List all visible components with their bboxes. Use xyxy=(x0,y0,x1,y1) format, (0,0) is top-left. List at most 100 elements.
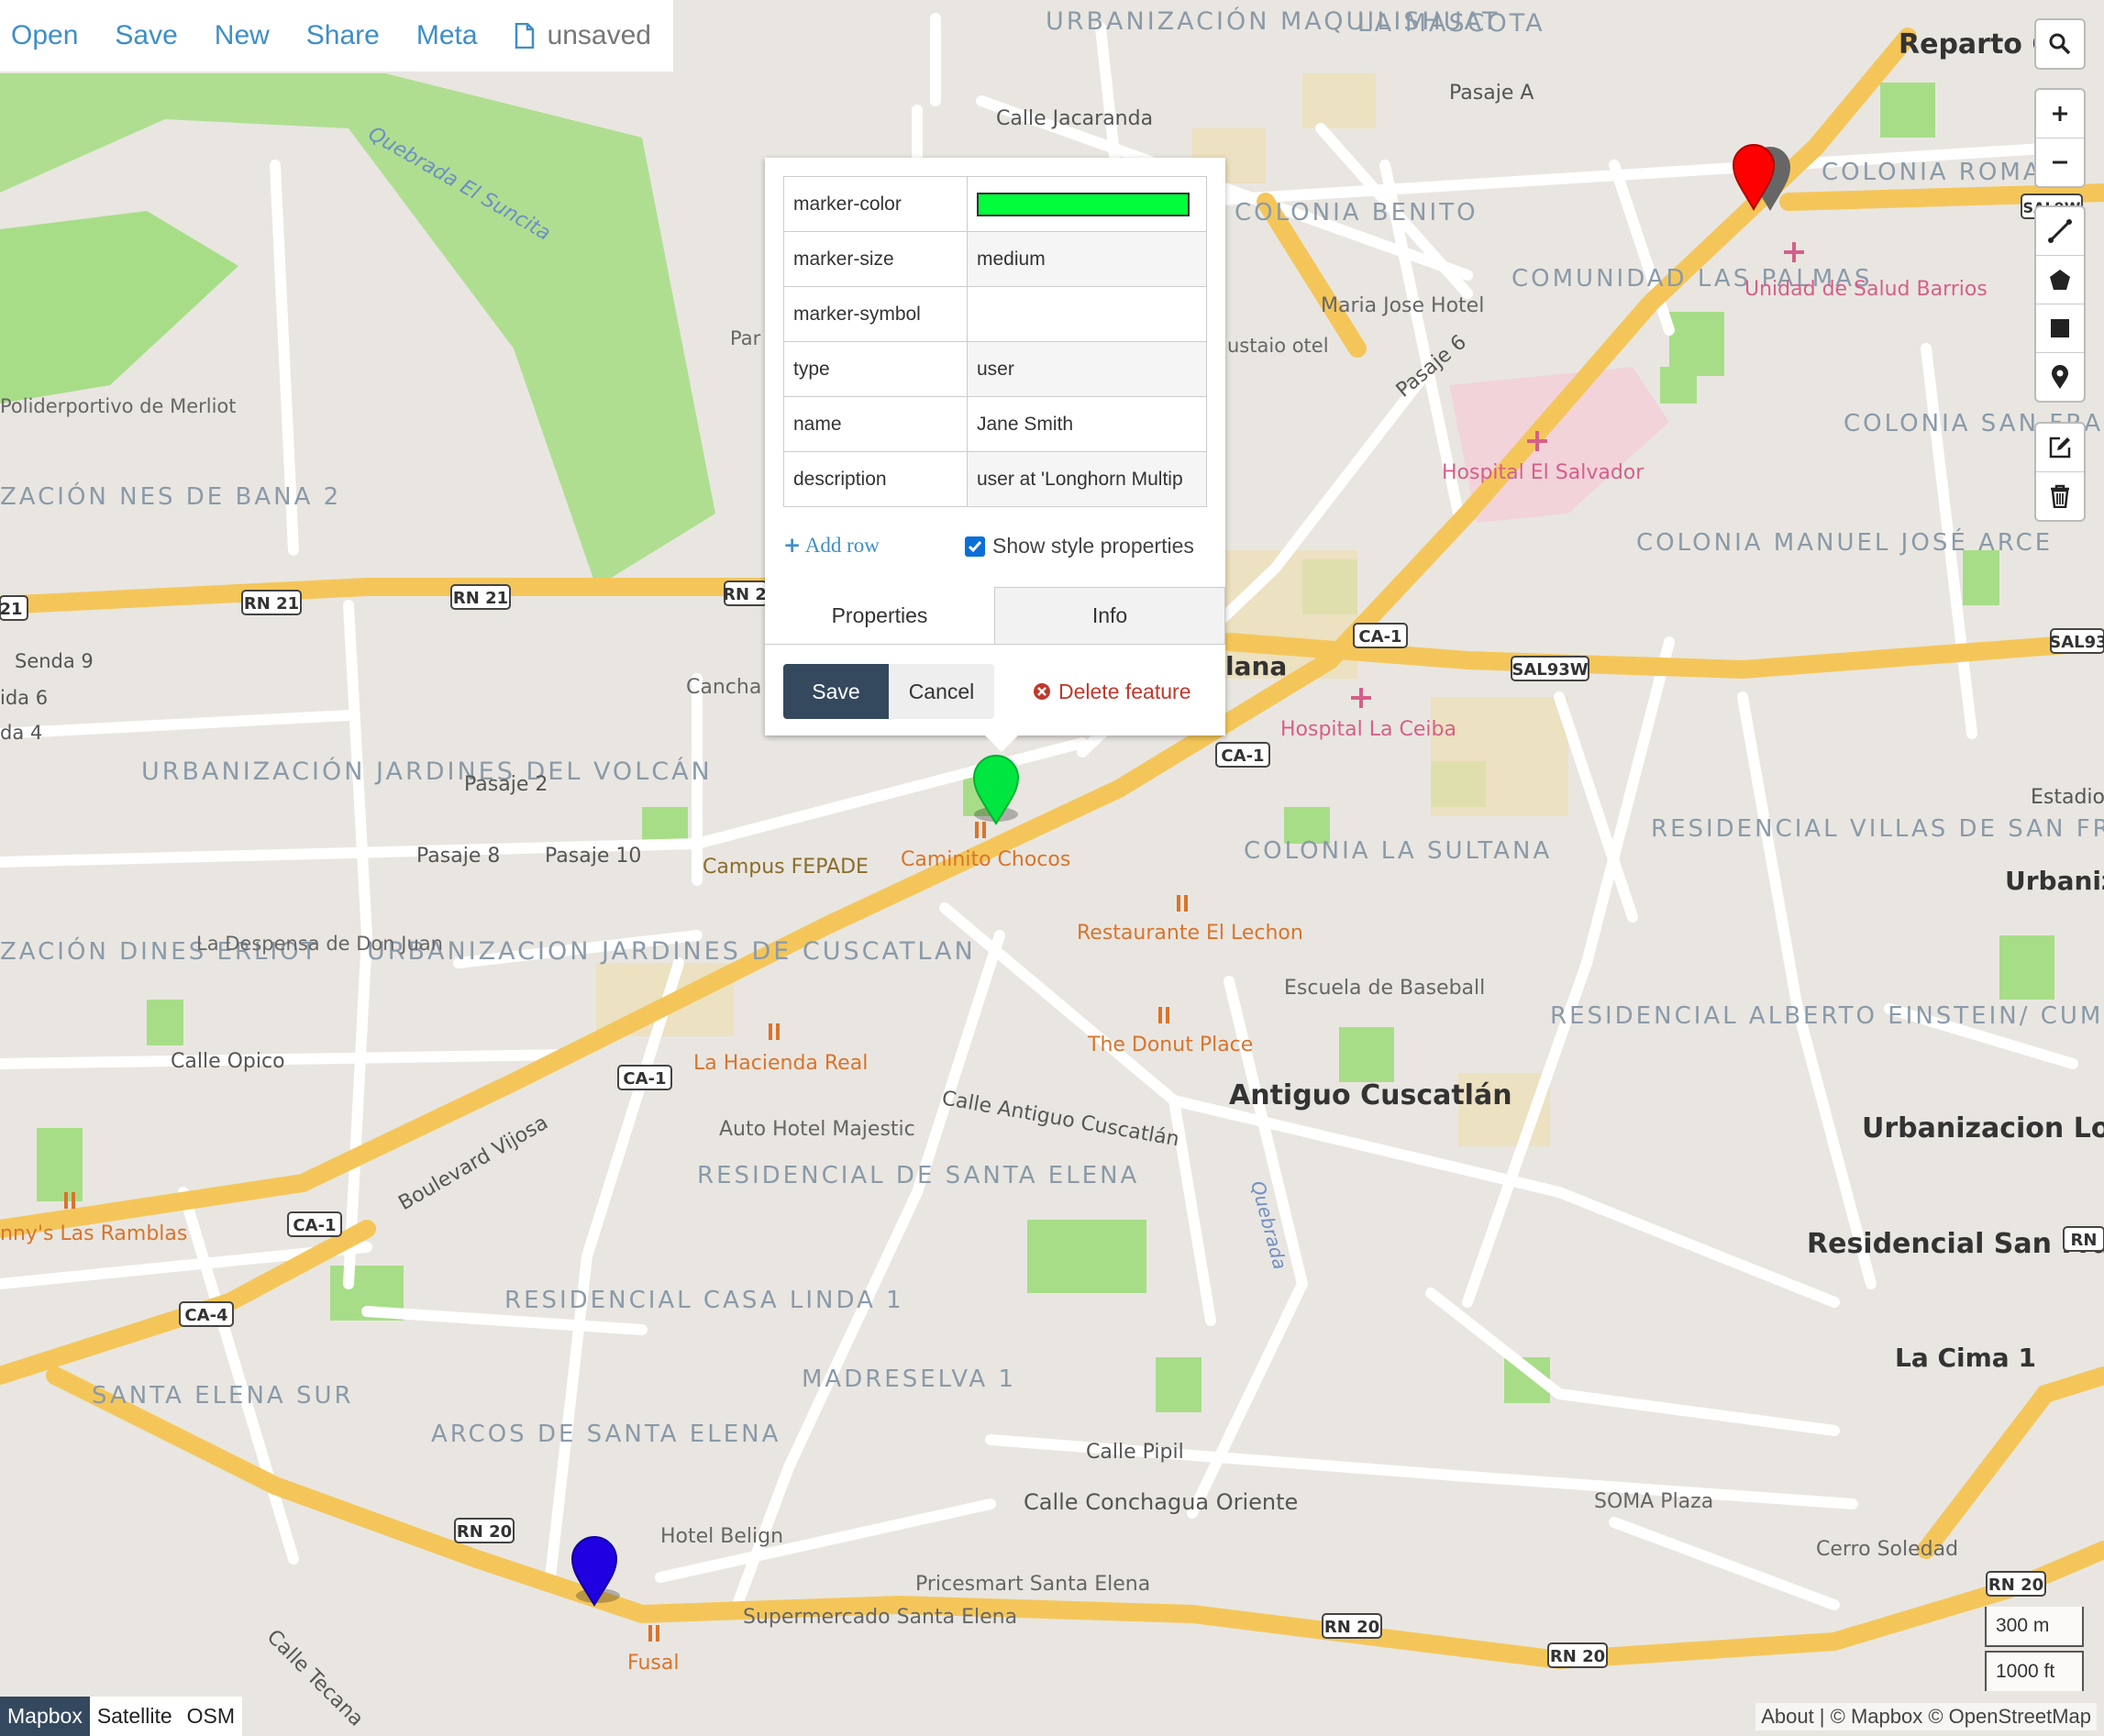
property-key[interactable]: marker-symbol xyxy=(783,286,968,342)
town-label: La Cima 1 xyxy=(1895,1343,2036,1373)
area-label: ZACIÓN NES DE BANA 2 xyxy=(0,481,341,511)
color-swatch[interactable] xyxy=(977,192,1190,216)
property-value[interactable] xyxy=(967,176,1207,232)
road-shield: RN 20 xyxy=(1322,1613,1382,1639)
osm-link[interactable]: © OpenStreetMap xyxy=(1928,1705,2091,1728)
svg-text:RN 20: RN 20 xyxy=(1324,1618,1379,1637)
share-menu[interactable]: Share xyxy=(306,20,380,51)
svg-text:RN 2: RN 2 xyxy=(723,585,767,604)
road-shield: SAL93 xyxy=(2049,628,2104,654)
poi-label: Pricesmart Santa Elena xyxy=(915,1573,1150,1596)
times-circle-icon xyxy=(1034,683,1050,700)
svg-text:CA-1: CA-1 xyxy=(623,1069,666,1089)
road-shield: RN xyxy=(2063,1226,2104,1252)
poi-label: Campus FEPADE xyxy=(703,856,869,879)
property-value[interactable]: medium xyxy=(967,231,1207,287)
poi-label: Maria Jose Hotel xyxy=(1321,294,1484,317)
new-menu[interactable]: New xyxy=(215,20,270,51)
zoom-in-button[interactable] xyxy=(2036,90,2084,138)
table-row: marker-color xyxy=(783,176,1207,232)
svg-text:21: 21 xyxy=(0,600,23,619)
scale-imperial: 1000 ft xyxy=(1985,1651,2084,1691)
poi-label: Hotel Belign xyxy=(660,1525,783,1548)
delete-layers-button[interactable] xyxy=(2036,472,2084,520)
search-control xyxy=(2034,18,2086,70)
file-status-label: unsaved xyxy=(547,20,651,50)
table-row: name Jane Smith xyxy=(783,396,1207,452)
draw-line-button[interactable] xyxy=(2036,207,2084,256)
street-label: da 4 xyxy=(0,722,42,744)
save-button[interactable]: Save xyxy=(783,664,889,719)
draw-polygon-button[interactable] xyxy=(2036,256,2084,304)
cancel-button[interactable]: Cancel xyxy=(889,664,994,719)
zoom-in-icon xyxy=(2053,106,2067,121)
layer-satellite[interactable]: Satellite xyxy=(90,1697,180,1736)
town-label: Urbaniz Loma L xyxy=(2005,866,2104,896)
svg-text:CA-4: CA-4 xyxy=(184,1306,227,1325)
property-key[interactable]: description xyxy=(783,451,968,507)
tab-info[interactable]: Info xyxy=(994,587,1225,644)
table-row: marker-symbol xyxy=(783,286,1207,342)
meta-menu[interactable]: Meta xyxy=(416,20,478,51)
road-shield: SAL93W xyxy=(1511,656,1589,681)
road-shield: CA-4 xyxy=(179,1301,234,1327)
poi-label: Auto Hotel Majestic xyxy=(719,1118,915,1141)
road-shield: CA-1 xyxy=(1215,742,1270,768)
svg-text:SAL93W: SAL93W xyxy=(1512,660,1588,680)
property-value[interactable]: user at 'Longhorn Multip xyxy=(967,451,1207,507)
property-key[interactable]: marker-color xyxy=(783,176,968,232)
property-key[interactable]: type xyxy=(783,341,968,397)
street-label: Pasaje 2 xyxy=(464,773,548,796)
edit-toolbar xyxy=(2034,422,2086,522)
layer-mapbox[interactable]: Mapbox xyxy=(0,1697,90,1736)
draw-marker-button[interactable] xyxy=(2036,353,2084,401)
property-key[interactable]: name xyxy=(783,396,968,452)
attribution: About | © Mapbox © OpenStreetMap xyxy=(1755,1703,2097,1730)
property-value[interactable]: Jane Smith xyxy=(967,396,1207,452)
layer-switcher: Mapbox Satellite OSM xyxy=(0,1697,243,1736)
area-label: SANTA ELENA SUR xyxy=(92,1382,354,1410)
add-row-link[interactable]: + Add row xyxy=(783,534,880,558)
property-key[interactable]: marker-size xyxy=(783,231,968,287)
tab-properties[interactable]: Properties xyxy=(765,587,994,644)
about-link[interactable]: About xyxy=(1761,1705,1814,1728)
add-row-label: Add row xyxy=(804,534,880,557)
road-shield: CA-1 xyxy=(617,1065,672,1090)
road-shield: RN 21 xyxy=(241,590,302,615)
open-menu[interactable]: Open xyxy=(11,20,78,51)
checkmark-icon xyxy=(968,540,982,552)
plus-icon: + xyxy=(783,534,802,558)
property-value[interactable]: user xyxy=(967,341,1207,397)
road-shield: CA-1 xyxy=(1353,623,1408,648)
poi-label: ustaio otel xyxy=(1227,335,1329,357)
zoom-out-button[interactable] xyxy=(2036,138,2084,186)
layer-osm[interactable]: OSM xyxy=(180,1697,242,1736)
poi-label: Restaurante El Lechon xyxy=(1077,922,1303,945)
green-marker[interactable] xyxy=(972,755,1020,825)
search-button[interactable] xyxy=(2036,20,2084,68)
mapbox-link[interactable]: © Mapbox xyxy=(1831,1705,1923,1728)
blue-marker[interactable] xyxy=(570,1536,620,1607)
zoom-control xyxy=(2034,88,2086,188)
street-label: Pasaje A xyxy=(1449,82,1534,105)
edit-layers-button[interactable] xyxy=(2036,424,2084,472)
show-style-label: Show style properties xyxy=(992,534,1194,558)
poi-label: Escuela de Baseball xyxy=(1284,977,1485,1000)
show-style-toggle[interactable]: Show style properties xyxy=(965,534,1194,558)
poi-label: Cerro Soledad xyxy=(1816,1538,1958,1561)
property-value[interactable] xyxy=(967,286,1207,342)
road-shield: RN 20 xyxy=(454,1518,515,1543)
poi-label: Hospital La Ceiba xyxy=(1280,718,1456,741)
area-label: ARCOS DE SANTA ELENA xyxy=(431,1421,781,1448)
trash-icon xyxy=(2051,484,2069,508)
delete-feature-button[interactable]: Delete feature xyxy=(1033,664,1190,719)
street-label: Calle Jacaranda xyxy=(996,107,1153,130)
poi-label: SOMA Plaza xyxy=(1594,1490,1713,1513)
search-icon xyxy=(2049,33,2071,55)
table-row: description user at 'Longhorn Multip xyxy=(783,451,1207,507)
draw-rectangle-icon xyxy=(2051,319,2069,337)
draw-rectangle-button[interactable] xyxy=(2036,304,2084,353)
show-style-checkbox[interactable] xyxy=(965,536,985,557)
save-menu[interactable]: Save xyxy=(115,20,177,51)
area-label: RESIDENCIAL VILLAS DE SAN FRANCISCO xyxy=(1651,815,2104,843)
